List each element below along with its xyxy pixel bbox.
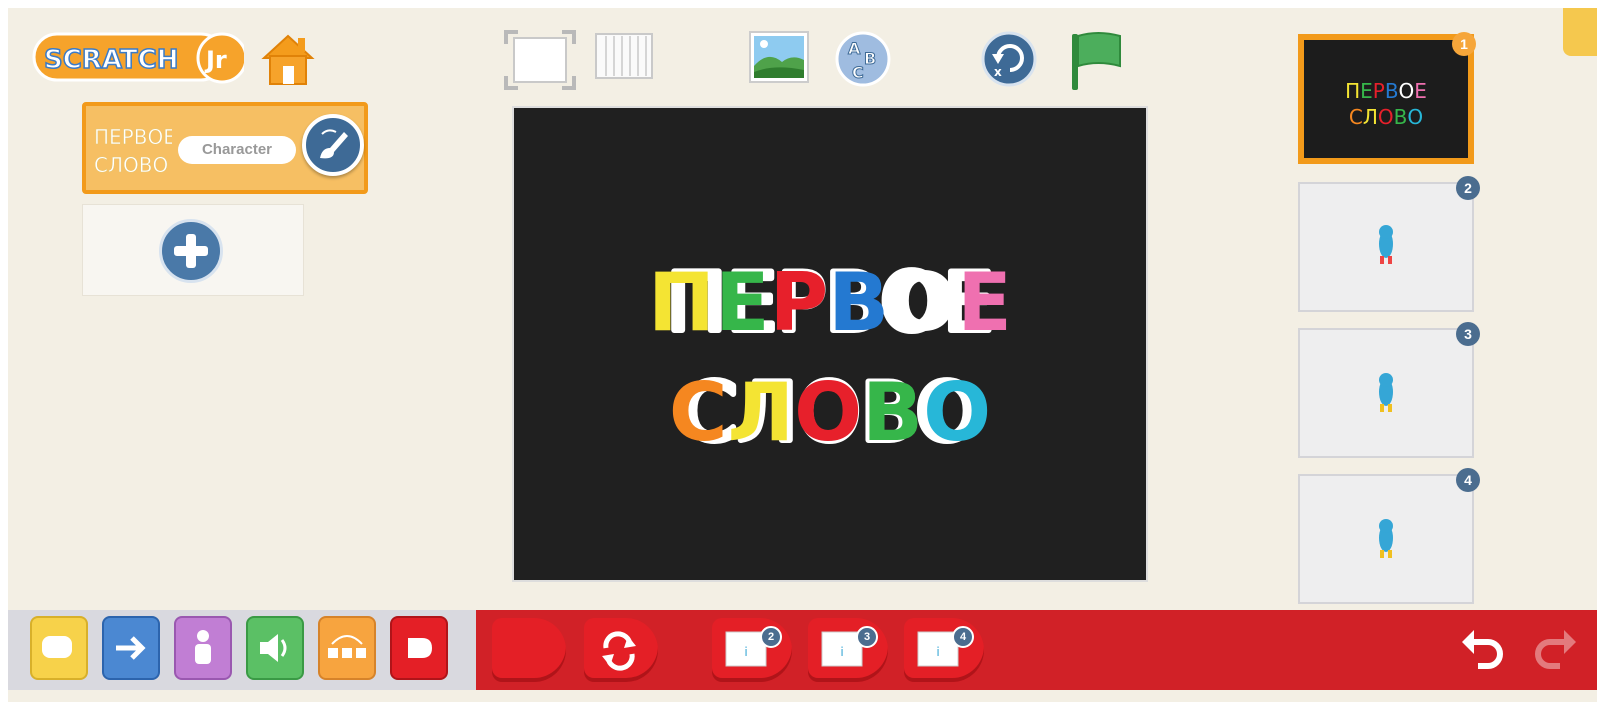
block-palette-bar: i 2 i 3 i 4 — [8, 610, 1597, 702]
svg-text:SCRATCH: SCRATCH — [44, 45, 179, 75]
page-number-badge: 4 — [1456, 468, 1480, 492]
svg-text:B: B — [864, 49, 876, 68]
page-number-badge: 1 — [1452, 32, 1476, 56]
go-to-page-2-block[interactable]: i 2 — [712, 618, 792, 682]
go-to-page-4-block[interactable]: i 4 — [904, 618, 984, 682]
svg-text:C: C — [852, 63, 864, 82]
svg-text:ПЕРВОЕ: ПЕРВОЕ — [94, 125, 172, 149]
plus-icon[interactable] — [159, 219, 223, 283]
page-badge: 3 — [856, 626, 878, 648]
scratchjr-logo: SCRATCH Jr — [32, 32, 244, 84]
svg-text:Jr: Jr — [204, 46, 227, 74]
abc-icon[interactable]: A B C — [834, 30, 892, 88]
svg-text:СЛОВО: СЛОВО — [1349, 105, 1423, 129]
stage-line-2-color: СЛОВО — [669, 366, 991, 459]
go-to-page-3-block[interactable]: i 3 — [808, 618, 888, 682]
svg-text:i: i — [936, 645, 939, 659]
svg-text:A: A — [848, 39, 861, 58]
page-number-badge: 2 — [1456, 176, 1480, 200]
character-icon — [1379, 225, 1393, 264]
sprite-card-selected[interactable]: ПЕРВОЕ СЛОВО Character — [82, 102, 368, 194]
home-icon[interactable] — [258, 30, 318, 88]
category-selector — [8, 610, 476, 690]
svg-text:i: i — [744, 645, 747, 659]
category-triggering[interactable] — [30, 616, 88, 680]
stage[interactable]: ПЕРВОЕ ПЕРВОЕ СЛОВО СЛОВО — [512, 106, 1148, 582]
category-end[interactable] — [390, 616, 448, 680]
svg-text:x: x — [994, 65, 1002, 79]
category-sound[interactable] — [246, 616, 304, 680]
page-thumb-3[interactable]: 3 — [1298, 322, 1480, 458]
category-looks[interactable] — [174, 616, 232, 680]
svg-text:ПЕРВОЕ: ПЕРВОЕ — [1345, 79, 1427, 103]
sprite-thumbnail: ПЕРВОЕ СЛОВО — [94, 125, 172, 178]
category-motion[interactable] — [102, 616, 160, 680]
project-info-tab[interactable] — [1563, 8, 1597, 56]
fullscreen-icon[interactable] — [504, 30, 576, 90]
svg-text:СЛОВО: СЛОВО — [94, 153, 168, 177]
add-sprite-area — [82, 204, 304, 296]
svg-text:i: i — [840, 645, 843, 659]
page-badge: 4 — [952, 626, 974, 648]
page-thumb-2[interactable]: 2 — [1298, 176, 1480, 312]
page-thumb-4[interactable]: 4 — [1298, 468, 1480, 604]
landscape-icon[interactable] — [748, 30, 810, 86]
page-thumb-1[interactable]: ПЕРВОЕ СЛОВО 1 — [1298, 32, 1476, 164]
grid-icon[interactable] — [594, 30, 654, 82]
character-icon — [1379, 519, 1393, 558]
paintbrush-icon[interactable] — [302, 114, 364, 176]
character-icon — [1379, 373, 1393, 412]
bottom-strip — [8, 690, 1597, 702]
category-control[interactable] — [318, 616, 376, 680]
page-number-badge: 3 — [1456, 322, 1480, 346]
sprite-name-label[interactable]: Character — [178, 136, 296, 164]
stage-text[interactable]: ПЕРВОЕ ПЕРВОЕ СЛОВО СЛОВО — [514, 108, 1146, 580]
reset-characters-icon[interactable]: x — [980, 30, 1038, 88]
page-badge: 2 — [760, 626, 782, 648]
stage-line-1-color: ПЕРВОЕ — [648, 256, 1012, 349]
blocks-palette: i 2 i 3 i 4 — [476, 610, 1597, 690]
undo-icon[interactable] — [1458, 624, 1508, 674]
redo-icon[interactable] — [1530, 624, 1580, 674]
green-flag-icon[interactable] — [1068, 30, 1128, 92]
end-block[interactable] — [492, 618, 566, 682]
repeat-forever-block[interactable] — [584, 618, 658, 682]
